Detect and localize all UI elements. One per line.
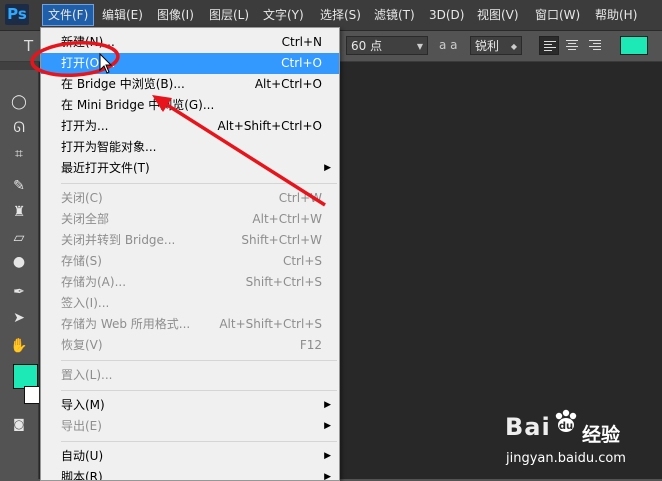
menu-separator [61,441,337,442]
menu-item-revert[interactable]: 恢复(V) F12 [41,335,339,356]
submenu-arrow-icon: ▶ [324,163,331,173]
submenu-arrow-icon: ▶ [324,451,331,461]
menu-separator [61,390,337,391]
chevron-down-icon: ▼ [416,42,423,51]
menu-select[interactable]: 选择(S) [315,5,366,25]
menu-separator [61,360,337,361]
crop-tool-icon[interactable]: ⌗ [8,144,30,164]
healing-brush-icon[interactable]: ✎ [8,176,30,196]
menu-item-browse-mini-bridge[interactable]: 在 Mini Bridge 中浏览(G)... [41,95,339,116]
blur-tool-icon[interactable]: ● [8,252,30,272]
menu-item-place[interactable]: 置入(L)... [41,365,339,386]
menu-item-automate[interactable]: 自动(U) ▶ [41,446,339,467]
align-center-button[interactable] [562,36,582,55]
watermark-url: jingyan.baidu.com [506,451,626,466]
menu-filter[interactable]: 滤镜(T) [369,5,420,25]
menu-item-recent-files[interactable]: 最近打开文件(T) ▶ [41,158,339,179]
text-color-swatch[interactable] [620,36,648,55]
menu-item-open-smart-object[interactable]: 打开为智能对象... [41,137,339,158]
menu-3d[interactable]: 3D(D) [424,5,469,25]
menu-file[interactable]: 文件(F) [42,4,95,26]
menu-item-save-as[interactable]: 存储为(A)... Shift+Ctrl+S [41,272,339,293]
baidu-paw-icon: du [555,409,577,432]
menu-item-browse-bridge[interactable]: 在 Bridge 中浏览(B)... Alt+Ctrl+O [41,74,339,95]
align-left-button[interactable] [539,36,559,55]
menu-separator [61,183,337,184]
menu-item-close-go-bridge[interactable]: 关闭并转到 Bridge... Shift+Ctrl+W [41,230,339,251]
photoshop-logo: Ps [5,4,29,25]
pen-tool-icon[interactable]: ✒ [8,282,30,302]
stamp-tool-icon[interactable]: ♜ [8,202,30,222]
menu-item-close-all[interactable]: 关闭全部 Alt+Ctrl+W [41,209,339,230]
marquee-tool-icon[interactable]: ◯ [8,92,30,112]
quick-mask-icon[interactable]: ◙ [8,414,30,434]
file-menu-dropdown: 新建(N)... Ctrl+N 打开(O)... Ctrl+O 在 Bridge 中… [40,27,340,481]
menu-edit[interactable]: 编辑(E) [97,5,148,25]
menu-item-export[interactable]: 导出(E) ▶ [41,416,339,437]
background-color-swatch[interactable] [24,386,40,404]
submenu-arrow-icon: ▶ [324,421,331,431]
menu-item-check-in[interactable]: 签入(I)... [41,293,339,314]
baidu-watermark: Bai [505,413,551,441]
menu-layer[interactable]: 图层(L) [204,5,254,25]
submenu-arrow-icon: ▶ [324,400,331,410]
text-tool-icon: T [24,37,34,55]
align-right-button[interactable] [585,36,605,55]
baidu-jingyan-label: 经验 [582,424,621,446]
menu-item-new[interactable]: 新建(N)... Ctrl+N [41,32,339,53]
menu-item-import[interactable]: 导入(M) ▶ [41,395,339,416]
path-select-icon[interactable]: ➤ [8,308,30,328]
hand-tool-icon[interactable]: ✋ [8,336,30,356]
font-size-select[interactable]: 60 点 ▼ [346,36,428,55]
svg-text:du: du [559,421,573,432]
menu-item-close[interactable]: 关闭(C) Ctrl+W [41,188,339,209]
antialias-select[interactable]: 锐利 ◆ [470,36,522,55]
menu-view[interactable]: 视图(V) [472,5,524,25]
lasso-tool-icon[interactable]: ᘏ [8,118,30,138]
menu-help[interactable]: 帮助(H) [590,5,642,25]
tools-panel-header[interactable] [0,62,38,70]
antialias-icon: a a [439,38,458,52]
menu-type[interactable]: 文字(Y) [258,5,309,25]
chevron-updown-icon: ◆ [510,42,517,51]
menu-image[interactable]: 图像(I) [152,5,199,25]
menu-item-open[interactable]: 打开(O)... Ctrl+O [41,53,339,74]
font-size-value: 60 点 [351,39,383,53]
menu-item-save[interactable]: 存储(S) Ctrl+S [41,251,339,272]
menu-item-save-for-web[interactable]: 存储为 Web 所用格式... Alt+Shift+Ctrl+S [41,314,339,335]
antialias-value: 锐利 [475,39,500,53]
eraser-tool-icon[interactable]: ▱ [8,228,30,248]
menu-window[interactable]: 窗口(W) [530,5,585,25]
menu-item-open-as[interactable]: 打开为... Alt+Shift+Ctrl+O [41,116,339,137]
